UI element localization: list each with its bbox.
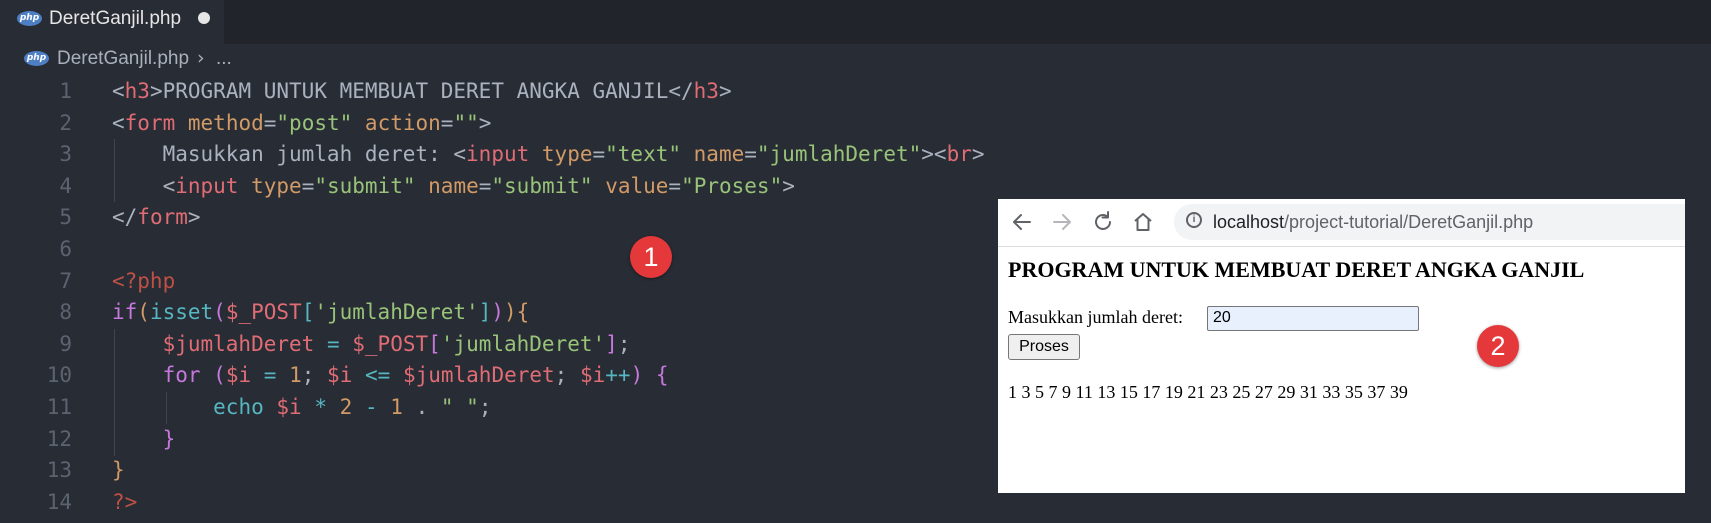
- code-text: <?php: [112, 268, 176, 293]
- browser-toolbar: i localhost/project-tutorial/DeretGanjil…: [998, 199, 1685, 247]
- breadcrumb-symbols[interactable]: ...: [216, 48, 232, 70]
- url-host: localhost: [1213, 212, 1285, 232]
- line-number: 9: [59, 331, 72, 356]
- line-number: 10: [46, 363, 72, 388]
- reload-icon[interactable]: [1091, 210, 1115, 234]
- url-text[interactable]: localhost/project-tutorial/DeretGanjil.p…: [1213, 212, 1533, 233]
- code-text: }: [112, 458, 125, 483]
- home-icon[interactable]: [1131, 210, 1155, 234]
- step-badge-1: 1: [630, 236, 672, 278]
- code-text: for ($i = 1; $i <= $jumlahDeret; $i++) {: [162, 363, 669, 388]
- unsaved-dot-icon[interactable]: [198, 12, 210, 24]
- result-output: 1 3 5 7 9 11 13 15 17 19 21 23 25 27 29 …: [1008, 382, 1408, 402]
- line-number: 12: [46, 426, 72, 451]
- tab-deretganjil[interactable]: php DeretGanjil.php: [0, 0, 224, 46]
- code-text: ?>: [112, 489, 138, 514]
- code-text: if(isset($_POST['jumlahDeret'])){: [112, 300, 530, 325]
- browser-window: i localhost/project-tutorial/DeretGanjil…: [998, 199, 1685, 493]
- chevron-right-icon: ›: [197, 47, 205, 69]
- line-number: 4: [59, 173, 72, 198]
- address-bar[interactable]: i localhost/project-tutorial/DeretGanjil…: [1174, 204, 1685, 240]
- code-line: 14 ?>: [0, 490, 1711, 522]
- code-line: 3 Masukkan jumlah deret: <input type="te…: [0, 142, 1711, 174]
- code-text: $jumlahDeret = $_POST['jumlahDeret'];: [162, 331, 631, 356]
- line-number: 6: [59, 237, 72, 261]
- line-number: 11: [46, 395, 72, 419]
- code-text: </form>: [112, 205, 201, 230]
- proses-button[interactable]: Proses: [1008, 334, 1080, 360]
- line-number: 8: [59, 300, 72, 325]
- code-text: <form method="post" action="">: [112, 110, 492, 135]
- php-file-icon: php: [24, 51, 49, 66]
- code-text: echo $i * 2 - 1 . " ";: [213, 395, 492, 419]
- line-number: 14: [46, 489, 72, 514]
- php-file-icon: php: [17, 11, 42, 26]
- info-icon[interactable]: i: [1186, 212, 1202, 228]
- line-number: 13: [46, 458, 72, 483]
- tab-title: DeretGanjil.php: [49, 8, 182, 29]
- page-heading: PROGRAM UNTUK MEMBUAT DERET ANGKA GANJIL: [1008, 257, 1585, 282]
- jumlah-deret-input[interactable]: 20: [1207, 306, 1419, 331]
- url-path: /project-tutorial/DeretGanjil.php: [1284, 212, 1534, 232]
- breadcrumb: php DeretGanjil.php › ...: [0, 44, 1711, 76]
- code-line: 2 <form method="post" action="">: [0, 111, 1711, 143]
- line-number: 2: [59, 110, 72, 135]
- forward-arrow-icon[interactable]: [1050, 210, 1074, 234]
- line-number: 5: [59, 205, 72, 230]
- code-text: Masukkan jumlah deret: <input type="text…: [112, 142, 985, 167]
- tab-bar: php DeretGanjil.php: [0, 0, 1711, 46]
- step-badge-2: 2: [1477, 325, 1519, 367]
- line-number: 7: [59, 268, 72, 293]
- code-text: <h3>PROGRAM UNTUK MEMBUAT DERET ANGKA GA…: [112, 79, 732, 103]
- line-number: 3: [59, 142, 72, 167]
- input-label: Masukkan jumlah deret:: [1008, 307, 1183, 327]
- code-line: 1 <h3>PROGRAM UNTUK MEMBUAT DERET ANGKA …: [0, 79, 1711, 111]
- code-text: <input type="submit" name="submit" value…: [162, 173, 795, 198]
- code-text: }: [162, 426, 176, 451]
- back-arrow-icon[interactable]: [1010, 210, 1034, 234]
- breadcrumb-file[interactable]: DeretGanjil.php: [57, 48, 189, 70]
- line-number: 1: [59, 79, 72, 103]
